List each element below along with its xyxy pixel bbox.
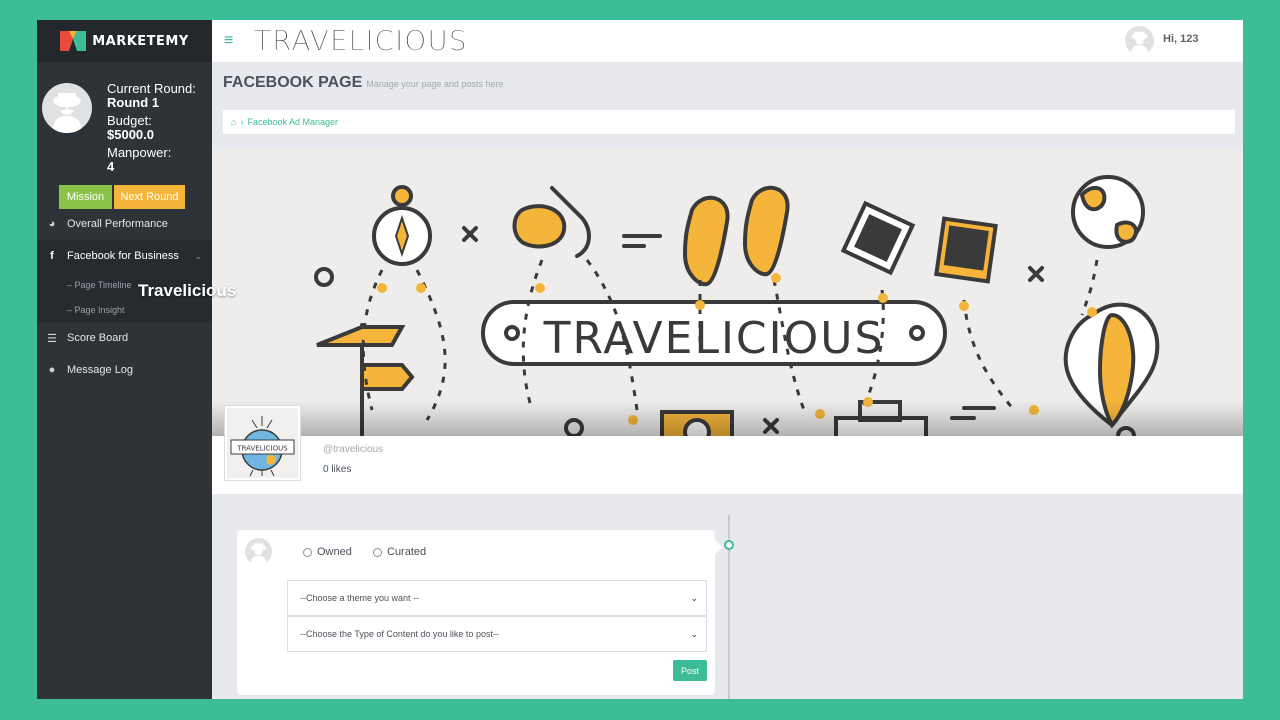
timeline-dot [724,540,734,550]
chevron-down-icon: ⌄ [690,593,698,603]
manpower-value: 4 [107,159,115,174]
manpower-label: Manpower: [107,145,172,160]
sidebar-item-label: Score Board [67,332,129,344]
page-handle: @travelicious [323,444,384,455]
globe-logo-icon: TRAVELICIOUS [230,416,295,477]
sidebar-item-overall-performance[interactable]: ◕ Overall Performance [37,208,212,240]
current-round-value: Round 1 [107,95,159,110]
curated-radio-option[interactable]: Curated [373,546,426,558]
header-logo[interactable]: TRAVELICIOUS [254,24,468,58]
brand-name: MARKETEMY [92,33,189,49]
chevron-down-icon: ⌄ [690,629,698,639]
player-profile: Current Round: Round 1 Budget: $5000.0 M… [37,62,212,209]
budget-label: Budget: [107,113,152,128]
user-avatar[interactable] [1125,26,1154,55]
curated-radio-label: Curated [387,546,427,558]
spy-avatar-icon [1130,31,1149,55]
sidebar-item-label: Overall Performance [67,218,168,230]
facebook-icon: f [50,250,54,262]
brand[interactable]: MARKETEMY [37,20,212,62]
top-header: ≡ TRAVELICIOUS Hi, 123 [212,20,1243,62]
sidebar-item-facebook-for-business[interactable]: f Facebook for Business ⌄ [37,240,212,272]
avatar [245,538,272,565]
next-round-button[interactable]: Next Round [114,185,185,209]
mission-button[interactable]: Mission [59,185,112,209]
current-round-label: Current Round: [107,81,196,96]
sidebar-item-label: Facebook for Business [67,250,179,262]
owned-radio-label: Owned [317,546,352,558]
cover-gradient [212,401,1243,436]
avatar [42,83,92,133]
breadcrumb: ⌂ › Facebook Ad Manager [223,110,1235,134]
curated-radio[interactable] [373,547,382,557]
user-greeting[interactable]: Hi, 123 [1163,33,1198,45]
sidebar-item-score-board[interactable]: ☰ Score Board [37,322,212,354]
thumb-text: TRAVELICIOUS [236,445,288,453]
owned-radio[interactable] [303,547,312,557]
hamburger-menu-icon[interactable]: ≡ [224,32,233,50]
chevron-down-icon: ⌄ [194,250,202,261]
list-icon: ☰ [47,332,57,345]
theme-select[interactable]: --Choose a theme you want -- ⌄ [287,580,707,616]
round-stats: Current Round: Round 1 Budget: $5000.0 M… [107,82,196,178]
dashboard-icon: ◕ [48,218,56,230]
breadcrumb-separator: › [240,117,244,127]
marketemy-logo-icon [60,31,87,51]
page-thumb-illustration: TRAVELICIOUS [227,408,298,478]
page-title: FACEBOOK PAGE [223,74,363,91]
page-name[interactable]: Travelicious [138,281,236,301]
content-type-select[interactable]: --Choose the Type of Content do you like… [287,616,707,652]
page-subtitle: Manage your page and posts here [366,79,504,89]
owned-radio-option[interactable]: Owned [303,546,352,558]
spy-avatar-icon [250,543,267,565]
page-profile-picture[interactable]: TRAVELICIOUS [224,405,301,481]
breadcrumb-item[interactable]: Facebook Ad Manager [247,117,338,127]
travel-illustration: TRAVELICIOUS [314,175,1160,436]
cover-banner-text: TRAVELICIOUS [543,313,885,364]
theme-select-value: --Choose a theme you want -- [300,593,420,603]
sidebar-item-message-log[interactable]: ● Message Log [37,354,212,386]
chat-icon: ● [48,364,56,376]
sidebar: MARKETEMY Current Round: Round 1 Budget:… [37,20,212,699]
spy-avatar-icon [52,93,82,133]
sidebar-item-label: Message Log [67,364,134,376]
content-type-select-value: --Choose the Type of Content do you like… [300,629,499,639]
cover-photo: TRAVELICIOUS [212,150,1243,436]
home-icon[interactable]: ⌂ [231,117,236,127]
page-likes: 0 likes [323,464,352,475]
app-window: MARKETEMY Current Round: Round 1 Budget:… [37,20,1243,699]
budget-value: $5000.0 [107,127,154,142]
post-composer: Owned Curated --Choose a theme you want … [237,530,723,695]
post-button[interactable]: Post [673,660,707,681]
page-heading: FACEBOOK PAGE Manage your page and posts… [223,74,503,92]
